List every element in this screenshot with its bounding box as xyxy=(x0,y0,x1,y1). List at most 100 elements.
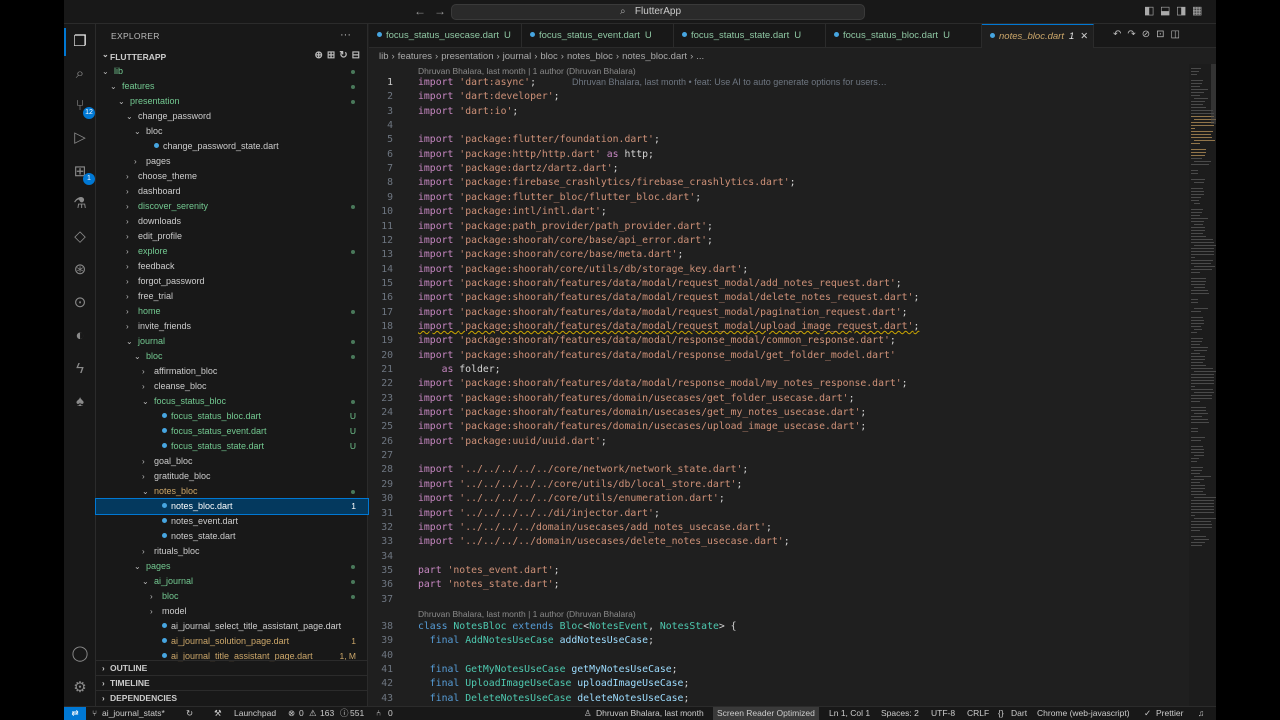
code-line[interactable]: import 'package:intl/intl.dart'; xyxy=(418,206,607,217)
file-item[interactable]: focus_status_bloc.dart U xyxy=(96,409,368,424)
sync-icon[interactable]: ↻ xyxy=(186,707,193,720)
tab-active[interactable]: notes_bloc.dart 1 ✕ xyxy=(982,24,1094,48)
folder-item[interactable]: › free_trial xyxy=(96,289,368,304)
gitlens-icon[interactable]: ⊛ xyxy=(70,260,90,280)
target-device[interactable]: Chrome (web-javascript) xyxy=(1037,707,1130,720)
tab-editor[interactable]: focus_status_usecase.dart U xyxy=(369,24,522,48)
code-line[interactable]: import 'package:shoorah/core/utils/db/st… xyxy=(418,264,748,275)
editor-actions[interactable]: ↶↷⊘⊡◫ xyxy=(1113,29,1186,40)
code-line[interactable]: import 'package:shoorah/features/data/mo… xyxy=(418,278,902,289)
breadcrumb-item[interactable]: notes_bloc xyxy=(567,51,613,62)
folder-item[interactable]: ⌄ change_password xyxy=(96,109,368,124)
code-line[interactable]: import 'package:shoorah/features/domain/… xyxy=(418,393,855,404)
explorer-actions[interactable]: ⊕⊞↻⊟ xyxy=(314,50,364,61)
settings-gear-icon[interactable]: ⚙ xyxy=(70,678,90,698)
indentation[interactable]: Spaces: 2 xyxy=(881,707,919,720)
code-line[interactable]: import 'package:shoorah/features/data/mo… xyxy=(418,335,896,346)
outline-section[interactable]: › OUTLINE xyxy=(96,660,368,675)
breadcrumb-item[interactable]: notes_bloc.dart xyxy=(622,51,687,62)
code-line[interactable]: final DeleteNotesUseCase deleteNotesUseC… xyxy=(418,693,690,704)
testing-icon[interactable]: ⚗ xyxy=(70,194,90,214)
folder-item[interactable]: › explore xyxy=(96,244,368,259)
folder-item[interactable]: ⌄ focus_status_bloc xyxy=(96,394,368,409)
code-line[interactable]: import '../../../../../core/utils/db/loc… xyxy=(418,479,742,490)
editor-scrollbar[interactable] xyxy=(1211,64,1216,124)
tab-editor[interactable]: focus_status_bloc.dart U xyxy=(826,24,982,48)
folder-item[interactable]: ⌄ lib xyxy=(96,64,368,79)
toggle-panel-icon[interactable]: ⬓ xyxy=(1160,4,1170,17)
braces-icon[interactable]: {} xyxy=(998,707,1004,720)
code-line[interactable]: final AddNotesUseCase addNotesUseCase; xyxy=(418,635,654,646)
minimap[interactable] xyxy=(1189,64,1216,706)
remote-indicator-icon[interactable]: ⇄ xyxy=(64,707,86,720)
folder-item[interactable]: › affirmation_bloc xyxy=(96,364,368,379)
code-line[interactable]: import 'package:firebase_crashlytics/fir… xyxy=(418,177,796,188)
code-line[interactable]: import 'package:shoorah/features/domain/… xyxy=(418,421,866,432)
search-icon[interactable]: ⌕ xyxy=(70,64,90,84)
file-item[interactable]: notes_state.dart xyxy=(96,529,368,544)
folder-item[interactable]: › forgot_password xyxy=(96,274,368,289)
code-line[interactable]: import 'package:shoorah/features/data/mo… xyxy=(418,378,908,389)
info-count[interactable]: 551 xyxy=(350,707,364,720)
code-line[interactable]: as folder; xyxy=(418,364,501,375)
more-actions-icon[interactable]: ··· xyxy=(340,29,351,41)
forward-button[interactable]: → xyxy=(434,4,446,18)
timeline-section[interactable]: › TIMELINE xyxy=(96,675,368,690)
branch-name[interactable]: ai_journal_stats* xyxy=(102,707,165,720)
folder-item[interactable]: › dashboard xyxy=(96,184,368,199)
folder-item[interactable]: › cleanse_bloc xyxy=(96,379,368,394)
folder-item[interactable]: ⌄ bloc xyxy=(96,349,368,364)
dependencies-section[interactable]: › DEPENDENCIES xyxy=(96,690,368,705)
code-line[interactable]: import 'package:shoorah/features/data/mo… xyxy=(418,350,896,361)
folder-item[interactable]: ⌄ features xyxy=(96,79,368,94)
folder-item[interactable]: ⌄ journal xyxy=(96,334,368,349)
code-line[interactable]: import '../../../../../core/utils/enumer… xyxy=(418,493,725,504)
code-line[interactable]: final UploadImageUseCase uploadImageUseC… xyxy=(418,678,690,689)
tab-editor[interactable]: focus_status_event.dart U xyxy=(522,24,674,48)
code-line[interactable]: import 'package:dartz/dartz.dart'; xyxy=(418,163,619,174)
close-icon[interactable]: ✕ xyxy=(1080,31,1088,42)
code-line[interactable]: final GetMyNotesUseCase getMyNotesUseCas… xyxy=(418,664,678,675)
code-line[interactable]: part 'notes_event.dart'; xyxy=(418,565,560,576)
folder-item[interactable]: › rituals_bloc xyxy=(96,544,368,559)
breadcrumb-item[interactable]: lib xyxy=(379,51,389,62)
folder-item[interactable]: › invite_friends xyxy=(96,319,368,334)
language-mode[interactable]: Dart xyxy=(1011,707,1027,720)
source-control-icon[interactable]: ⑂ 12 xyxy=(70,96,95,119)
extensions-icon[interactable]: ⊞ 1 xyxy=(70,162,95,185)
code-line[interactable]: import 'package:http/http.dart' as http; xyxy=(418,149,654,160)
tab-editor[interactable]: focus_status_state.dart U xyxy=(674,24,826,48)
line-ending[interactable]: CRLF xyxy=(967,707,989,720)
folder-item[interactable]: › bloc xyxy=(96,589,368,604)
docker-icon[interactable]: ⊙ xyxy=(70,293,90,313)
file-item[interactable]: change_password_state.dart xyxy=(96,139,368,154)
breadcrumb-item[interactable]: ... xyxy=(696,51,704,62)
folder-item[interactable]: ⌄ presentation xyxy=(96,94,368,109)
launchpad-button[interactable]: Launchpad xyxy=(234,707,276,720)
folder-item[interactable]: › model xyxy=(96,604,368,619)
folder-item[interactable]: › discover_serenity xyxy=(96,199,368,214)
git-blame-codelens[interactable]: Dhruvan Bhalara, last month | 1 author (… xyxy=(418,609,636,619)
file-item[interactable]: notes_bloc.dart 1 xyxy=(95,498,369,515)
breadcrumb-item[interactable]: bloc xyxy=(540,51,557,62)
live-share-icon[interactable]: ◐ xyxy=(70,326,90,346)
explorer-icon[interactable]: ❐ xyxy=(64,28,90,56)
breadcrumb-item[interactable]: journal xyxy=(503,51,532,62)
file-item[interactable]: focus_status_event.dart U xyxy=(96,424,368,439)
code-line[interactable]: part 'notes_state.dart'; xyxy=(418,579,560,590)
notifications-icon[interactable]: ♫ xyxy=(1198,707,1204,720)
folder-item[interactable]: ⌄ ai_journal xyxy=(96,574,368,589)
code-line[interactable]: import 'package:shoorah/core/base/api_er… xyxy=(418,235,713,246)
cursor-position[interactable]: Ln 1, Col 1 xyxy=(829,707,870,720)
run-debug-icon[interactable]: ▷ xyxy=(70,128,90,148)
errors-count[interactable]: 0 xyxy=(299,707,304,720)
file-item[interactable]: ai_journal_solution_page.dart 1 xyxy=(96,634,368,649)
remote-explorer-icon[interactable]: ◇ xyxy=(70,227,90,247)
code-line[interactable]: import '../../../../domain/usecases/dele… xyxy=(418,536,790,547)
git-blame-codelens[interactable]: Dhruvan Bhalara, last month | 1 author (… xyxy=(418,66,636,76)
prettier-status[interactable]: Prettier xyxy=(1156,707,1183,720)
code-line[interactable]: import 'package:shoorah/features/data/mo… xyxy=(418,307,908,318)
folder-item[interactable]: ⌄ pages xyxy=(96,559,368,574)
code-line[interactable]: import 'package:shoorah/features/data/mo… xyxy=(418,321,919,332)
code-line[interactable]: import '../../../../../core/network/netw… xyxy=(418,464,748,475)
